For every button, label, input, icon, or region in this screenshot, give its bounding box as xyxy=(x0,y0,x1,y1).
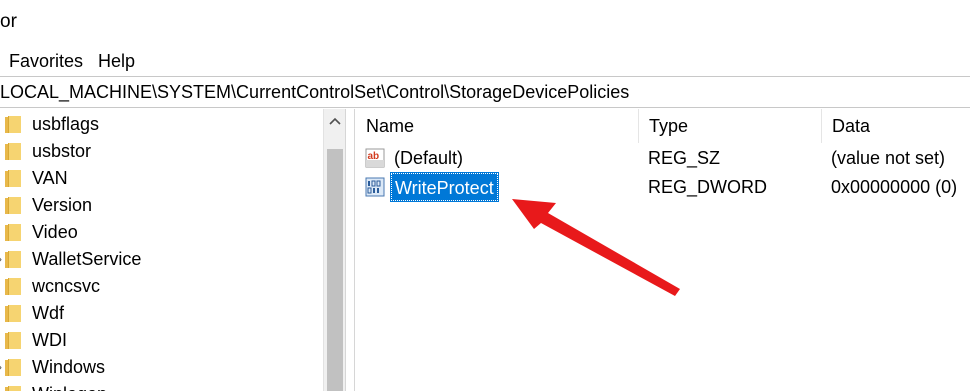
value-name-selected: WriteProtect xyxy=(390,172,499,202)
column-header-data[interactable]: Data xyxy=(821,109,970,143)
tree-item[interactable]: WDI xyxy=(0,327,320,354)
folder-icon xyxy=(5,278,21,295)
expand-chevron-icon[interactable]: › xyxy=(0,354,3,381)
menu-favorites[interactable]: Favorites xyxy=(9,46,83,76)
folder-icon xyxy=(5,224,21,241)
scrollbar-thumb[interactable] xyxy=(327,149,343,391)
tree-item-label: Version xyxy=(32,195,93,215)
svg-text:ab: ab xyxy=(368,151,380,162)
chevron-up-icon[interactable] xyxy=(327,113,343,129)
address-path: LOCAL_MACHINE\SYSTEM\CurrentControlSet\C… xyxy=(0,82,630,102)
list-row-writeprotect[interactable]: WriteProtect REG_DWORD 0x00000000 (0) xyxy=(356,172,970,202)
tree-item[interactable]: Version xyxy=(0,192,320,219)
folder-icon xyxy=(5,143,21,160)
registry-tree: usbflags usbstor VAN Version Video › Wal… xyxy=(0,109,345,391)
folder-icon xyxy=(5,332,21,349)
tree-item[interactable]: Video xyxy=(0,219,320,246)
menu-favorites-label: Favorites xyxy=(9,51,84,71)
column-header-type[interactable]: Type xyxy=(638,109,821,143)
reg-string-icon: ab xyxy=(365,148,385,168)
tree-item-label: VAN xyxy=(32,168,68,188)
folder-icon xyxy=(5,116,21,133)
folder-icon xyxy=(5,359,21,376)
pane-splitter[interactable] xyxy=(345,109,355,391)
value-data: 0x00000000 (0) xyxy=(831,177,958,197)
tree-item[interactable]: usbflags xyxy=(0,111,320,138)
tree-item-label: Windows xyxy=(32,357,106,377)
menu-help[interactable]: Help xyxy=(98,46,135,76)
tree-item-label: usbstor xyxy=(32,141,92,161)
address-bar[interactable]: LOCAL_MACHINE\SYSTEM\CurrentControlSet\C… xyxy=(0,76,970,108)
expand-chevron-icon[interactable]: › xyxy=(0,246,3,273)
tree-item-label: Winlogon xyxy=(32,381,107,391)
folder-icon xyxy=(5,386,21,391)
column-header-name[interactable]: Name xyxy=(356,109,638,143)
tree-item-label: wcncsvc xyxy=(32,276,101,296)
value-type: REG_SZ xyxy=(648,148,721,168)
tree-item[interactable]: usbstor xyxy=(0,138,320,165)
tree-item[interactable]: › WalletService xyxy=(0,246,320,273)
tree-item[interactable]: VAN xyxy=(0,165,320,192)
value-name: (Default) xyxy=(394,148,464,168)
tree-item[interactable]: Wdf xyxy=(0,300,320,327)
value-type: REG_DWORD xyxy=(648,177,768,197)
values-list: Name Type Data ab (Default) REG_SZ (valu… xyxy=(356,109,970,391)
tree-item-label: Video xyxy=(32,222,78,242)
folder-icon xyxy=(5,197,21,214)
list-row-default[interactable]: ab (Default) REG_SZ (value not set) xyxy=(356,144,970,172)
tree-item[interactable]: wcncsvc xyxy=(0,273,320,300)
folder-icon xyxy=(5,170,21,187)
folder-icon xyxy=(5,251,21,268)
tree-item[interactable]: Winlogon xyxy=(0,381,320,391)
tree-item-label: WalletService xyxy=(32,249,142,269)
tree-item[interactable]: › Windows xyxy=(0,354,320,381)
tree-item-label: Wdf xyxy=(32,303,65,323)
value-data: (value not set) xyxy=(831,148,946,168)
tree-item-label: usbflags xyxy=(32,114,100,134)
reg-binary-icon xyxy=(365,177,385,197)
tree-item-label: WDI xyxy=(32,330,67,350)
tree-scrollbar[interactable] xyxy=(323,109,345,391)
window-title: or xyxy=(0,11,17,32)
list-header: Name Type Data xyxy=(356,109,970,143)
menu-help-label: Help xyxy=(98,51,136,71)
folder-icon xyxy=(5,305,21,322)
